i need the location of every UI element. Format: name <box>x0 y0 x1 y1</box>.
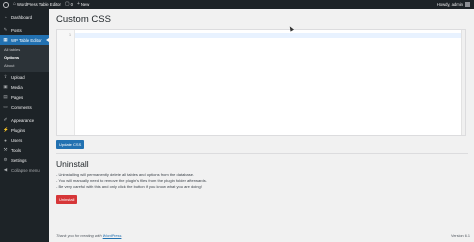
submenu-all-tables[interactable]: All tables <box>0 46 49 54</box>
sidebar-item-dashboard[interactable]: ◔ Dashboard <box>0 12 49 22</box>
sidebar-item-label: Collapse menu <box>11 167 40 173</box>
comment-bubble-icon: ▢ <box>64 1 70 7</box>
wrench-icon: ⚒ <box>3 147 8 152</box>
table-icon: ▦ <box>3 37 8 42</box>
admin-bar: ⌂ WordPress Table Editor ▢ 0 + New Howdy… <box>0 0 474 9</box>
media-icon: ▣ <box>3 84 8 89</box>
upload-icon: ⇪ <box>3 74 8 79</box>
sidebar-item-label: Media <box>11 84 23 90</box>
sidebar-item-label: Posts <box>11 27 22 33</box>
footer-thanks: Thank you for creating with WordPress. <box>56 234 123 238</box>
uninstall-heading: Uninstall <box>56 159 89 169</box>
uninstall-note: - You will manually need to remove the p… <box>56 177 207 183</box>
footer-thanks-text: Thank you for creating with <box>56 234 102 238</box>
sidebar-item-label: Tools <box>11 147 22 153</box>
comment-icon: ▭ <box>3 104 8 109</box>
sidebar-item-media[interactable]: ▣ Media <box>0 82 49 92</box>
css-code-editor[interactable]: 1 <box>56 29 466 136</box>
account-menu[interactable]: Howdy, admin <box>437 2 470 7</box>
line-number: 1 <box>68 33 71 37</box>
table-editor-submenu: All tables Options About <box>0 45 49 72</box>
settings-icon: ⚙ <box>3 157 8 162</box>
plus-icon: + <box>76 1 80 7</box>
submenu-about[interactable]: About <box>0 62 49 70</box>
site-name-link[interactable]: ⌂ WordPress Table Editor <box>13 0 61 9</box>
sidebar-item-settings[interactable]: ⚙ Settings <box>0 155 49 165</box>
page-icon: ▤ <box>3 94 8 99</box>
sidebar-item-tools[interactable]: ⚒ Tools <box>0 145 49 155</box>
collapse-menu-button[interactable]: ◀ Collapse menu <box>0 165 49 175</box>
home-icon: ⌂ <box>13 1 17 7</box>
sidebar-item-label: Settings <box>11 157 27 163</box>
sidebar-item-label: Users <box>11 137 23 143</box>
sidebar-item-upload[interactable]: ⇪ Upload <box>0 72 49 82</box>
site-name: WordPress Table Editor <box>17 2 61 7</box>
sidebar-item-appearance[interactable]: ✐ Appearance <box>0 115 49 125</box>
divider <box>56 153 468 154</box>
active-line-highlight <box>75 33 461 38</box>
dashboard-icon: ◔ <box>4 14 7 20</box>
sidebar-item-posts[interactable]: ✎ Posts <box>0 25 49 35</box>
new-label: New <box>80 2 90 7</box>
footer-version: Version 6.1 <box>451 234 470 238</box>
uninstall-note: - Uninstalling will permanently delete a… <box>56 172 195 177</box>
avatar <box>465 2 470 7</box>
sidebar-item-wp-table-editor[interactable]: ▦ WP Table Editor <box>0 35 49 45</box>
submenu-options[interactable]: Options <box>0 54 49 62</box>
sidebar-item-label: Pages <box>11 94 24 100</box>
sidebar-item-label: Upload <box>11 74 25 80</box>
uninstall-button[interactable]: Uninstall <box>56 195 78 204</box>
brush-icon: ✐ <box>3 117 8 122</box>
comments-count: 0 <box>70 2 73 7</box>
sidebar-item-label: Comments <box>11 104 32 110</box>
editor-scrollbar[interactable] <box>461 30 465 135</box>
update-css-button[interactable]: Update CSS <box>56 140 85 149</box>
plugin-icon: ⚡ <box>3 127 9 132</box>
sidebar-item-label: Appearance <box>11 117 35 123</box>
wordpress-logo-icon[interactable] <box>3 1 9 8</box>
page-title: Custom CSS <box>56 14 111 25</box>
comments-link[interactable]: ▢ 0 <box>65 0 73 9</box>
sidebar-item-label: Dashboard <box>11 14 33 20</box>
admin-sidebar: ◔ Dashboard ✎ Posts ▦ WP Table Editor Al… <box>0 9 49 242</box>
greeting: Howdy, admin <box>436 2 463 7</box>
line-number-gutter: 1 <box>57 30 75 135</box>
collapse-icon: ◀ <box>3 167 8 172</box>
sidebar-item-label: WP Table Editor <box>11 37 42 43</box>
sidebar-item-label: Plugins <box>11 127 26 133</box>
new-content-link[interactable]: + New <box>77 0 89 9</box>
uninstall-notes: - Uninstalling will permanently delete a… <box>56 172 207 189</box>
main-content: Custom CSS 1 Update CSS Uninstall - Unin… <box>49 9 474 242</box>
wordpress-link[interactable]: WordPress <box>103 234 122 238</box>
user-icon: ● <box>4 137 7 143</box>
sidebar-item-users[interactable]: ● Users <box>0 135 49 145</box>
sidebar-item-plugins[interactable]: ⚡ Plugins <box>0 125 49 135</box>
pin-icon: ✎ <box>3 27 8 32</box>
sidebar-item-pages[interactable]: ▤ Pages <box>0 92 49 102</box>
sidebar-item-comments[interactable]: ▭ Comments <box>0 102 49 112</box>
uninstall-note: - Be very careful with this and only cli… <box>56 183 202 189</box>
